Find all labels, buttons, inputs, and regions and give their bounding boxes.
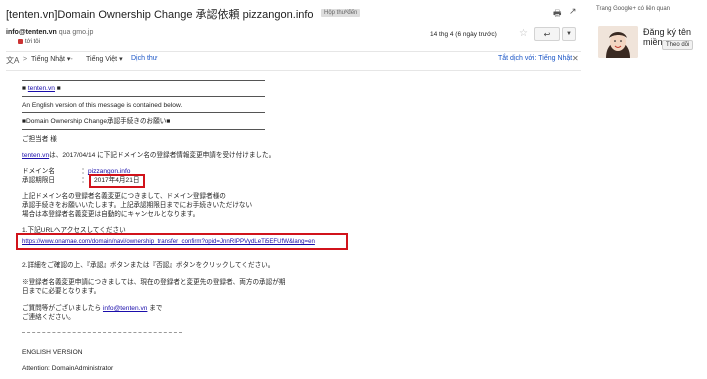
intro-paragraph: tenten.vnは、2017/04/14 に下記ドメイン名の登録者情報変更申請… (22, 152, 276, 159)
open-new-window-icon[interactable]: ↗ (569, 6, 577, 17)
deadline-label: 承認期限日 ： (22, 177, 88, 184)
sender-line: info@tenten.vn qua gmo.jp (6, 29, 93, 36)
inbox-label[interactable]: Hộp thư đến (321, 9, 361, 17)
divider (6, 70, 581, 71)
divider (22, 112, 265, 113)
print-icon[interactable]: 🖶 (553, 6, 562, 22)
company-link[interactable]: tenten.vn (28, 85, 55, 92)
greeting: ご担当者 様 (22, 136, 57, 143)
translate-arrow: > (23, 56, 28, 63)
deadline-value: 2017年4月21日 (94, 177, 140, 184)
divider (22, 80, 265, 81)
translate-icon: 文A (6, 56, 20, 65)
target-language-select[interactable]: Tiếng Việt ▾ (86, 55, 123, 63)
inbox-label-remove[interactable]: x (345, 9, 348, 15)
divider (22, 332, 182, 333)
translate-message-link[interactable]: Dịch thư (131, 55, 157, 62)
arrow-right-icon: → (67, 55, 74, 62)
intro-link[interactable]: tenten.vn (22, 152, 49, 159)
step-2: 2.詳細をご確認の上、『承認』ボタンまたは『否認』ボタンをクリックしてください。 (22, 262, 275, 269)
close-icon[interactable]: ✕ (572, 54, 579, 63)
source-language-select[interactable]: Tiếng Nhật ▾ (31, 55, 70, 63)
note-line: ※登録者名義変更申請につきましては、現在の登録者と変更先の登録者、両方の承認が期 (22, 279, 286, 286)
sender-email[interactable]: info@tenten.vn (6, 29, 57, 36)
follow-button[interactable]: Theo dõi (662, 40, 694, 50)
related-pages-title: Trang Google+ có liên quan (596, 6, 670, 12)
divider (22, 129, 265, 130)
paragraph-line: 場合は本登録者名義変更は自動的にキャンセルとなります。 (22, 211, 200, 218)
english-heading: ENGLISH VERSION (22, 349, 83, 356)
more-actions-button[interactable]: ▼ (562, 27, 576, 41)
email-title: ■Domain Ownership Change承認手続きのお願い■ (22, 118, 171, 125)
sender-via[interactable]: qua gmo.jp (59, 29, 94, 36)
chevron-down-icon: ▼ (566, 31, 572, 37)
recipient-toggle[interactable]: tới tôi (25, 39, 40, 45)
note-line: 日までに必要となります。 (22, 288, 101, 295)
star-icon[interactable]: ☆ (519, 28, 528, 39)
divider (22, 96, 265, 97)
attention-line: Attention: DomainAdministrator (22, 365, 114, 372)
avatar[interactable] (598, 26, 638, 58)
company-header: ■ tenten.vn ■ (22, 85, 61, 92)
lock-icon (18, 39, 23, 44)
message-date: 14 thg 4 (6 ngày trước) (430, 31, 497, 38)
paragraph-line: 上記ドメイン名の登録者名義変更につきまして、ドメイン登録者様の (22, 193, 226, 200)
contact-email-link[interactable]: info@tenten.vn (103, 305, 147, 312)
avatar-image (598, 26, 638, 58)
paragraph-line: 承認手続きをお願いいたします。上記承認期限日までにお手続きいただけない (22, 202, 253, 209)
english-notice: An English version of this message is co… (22, 102, 183, 109)
contact-line: ご連絡ください。 (22, 314, 75, 321)
turn-off-translation-link[interactable]: Tắt dịch với: Tiếng Nhật (498, 55, 572, 62)
reply-button[interactable]: ↩ (534, 27, 560, 41)
approval-url-link[interactable]: https://www.onamae.com/domain/navi/owner… (22, 238, 315, 246)
contact-line: ご質問等がございましたら info@tenten.vn まで (22, 305, 163, 312)
divider (6, 51, 581, 52)
translate-bar: 文A > Tiếng Nhật ▾ → Tiếng Việt ▾ Dịch th… (6, 54, 581, 68)
email-subject: [tenten.vn]Domain Ownership Change 承認依頼 … (6, 9, 314, 21)
reply-icon: ↩ (543, 29, 551, 39)
